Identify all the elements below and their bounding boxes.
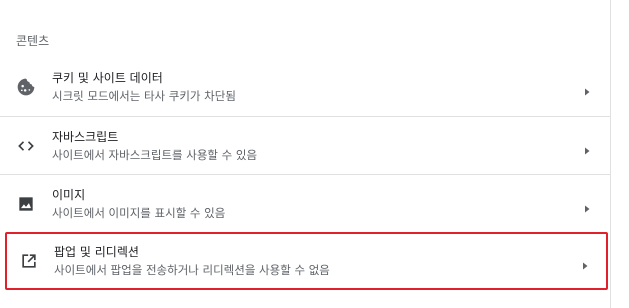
chevron-right-icon xyxy=(582,82,592,96)
cookie-icon xyxy=(16,77,36,97)
code-icon xyxy=(16,136,36,156)
chevron-right-icon xyxy=(582,199,592,212)
section-title: 콘텐츠 xyxy=(16,34,50,48)
image-icon xyxy=(16,194,36,214)
list-item-sublabel: 사이트에서 자바스크립트를 사용할 수 있음 xyxy=(52,148,258,162)
list-item-sublabel: 시크릿 모드에서는 타사 쿠키가 차단됨 xyxy=(52,89,236,103)
list-item-cookies[interactable]: 쿠키 및 사이트 데이터 시크릿 모드에서는 타사 쿠키가 차단됨 xyxy=(0,58,610,116)
list-item-javascript[interactable]: 자바스크립트 사이트에서 자바스크립트를 사용할 수 있음 xyxy=(0,116,610,174)
content-settings-list: 쿠키 및 사이트 데이터 시크릿 모드에서는 타사 쿠키가 차단됨 자바스크립트… xyxy=(0,58,610,290)
chevron-right-icon xyxy=(580,256,590,270)
list-item-images[interactable]: 이미지 사이트에서 이미지를 표시할 수 있음 xyxy=(0,174,610,232)
list-item-sublabel: 사이트에서 이미지를 표시할 수 있음 xyxy=(52,206,226,220)
settings-panel: 콘텐츠 쿠키 및 사이트 데이터 시크릿 모드에서는 타사 쿠키가 차단됨 자바… xyxy=(0,0,611,308)
list-item-label: 쿠키 및 사이트 데이터 xyxy=(52,71,163,85)
chevron-right-icon xyxy=(582,141,592,154)
list-item-popups-redirects[interactable]: 팝업 및 리디렉션 사이트에서 팝업을 전송하거나 리디렉션을 사용할 수 없음 xyxy=(5,232,608,290)
open-in-new-icon xyxy=(19,251,39,271)
list-item-label: 이미지 xyxy=(52,188,86,202)
list-item-label: 팝업 및 리디렉션 xyxy=(54,245,139,259)
list-item-sublabel: 사이트에서 팝업을 전송하거나 리디렉션을 사용할 수 없음 xyxy=(54,263,330,277)
list-item-label: 자바스크립트 xyxy=(52,130,119,144)
